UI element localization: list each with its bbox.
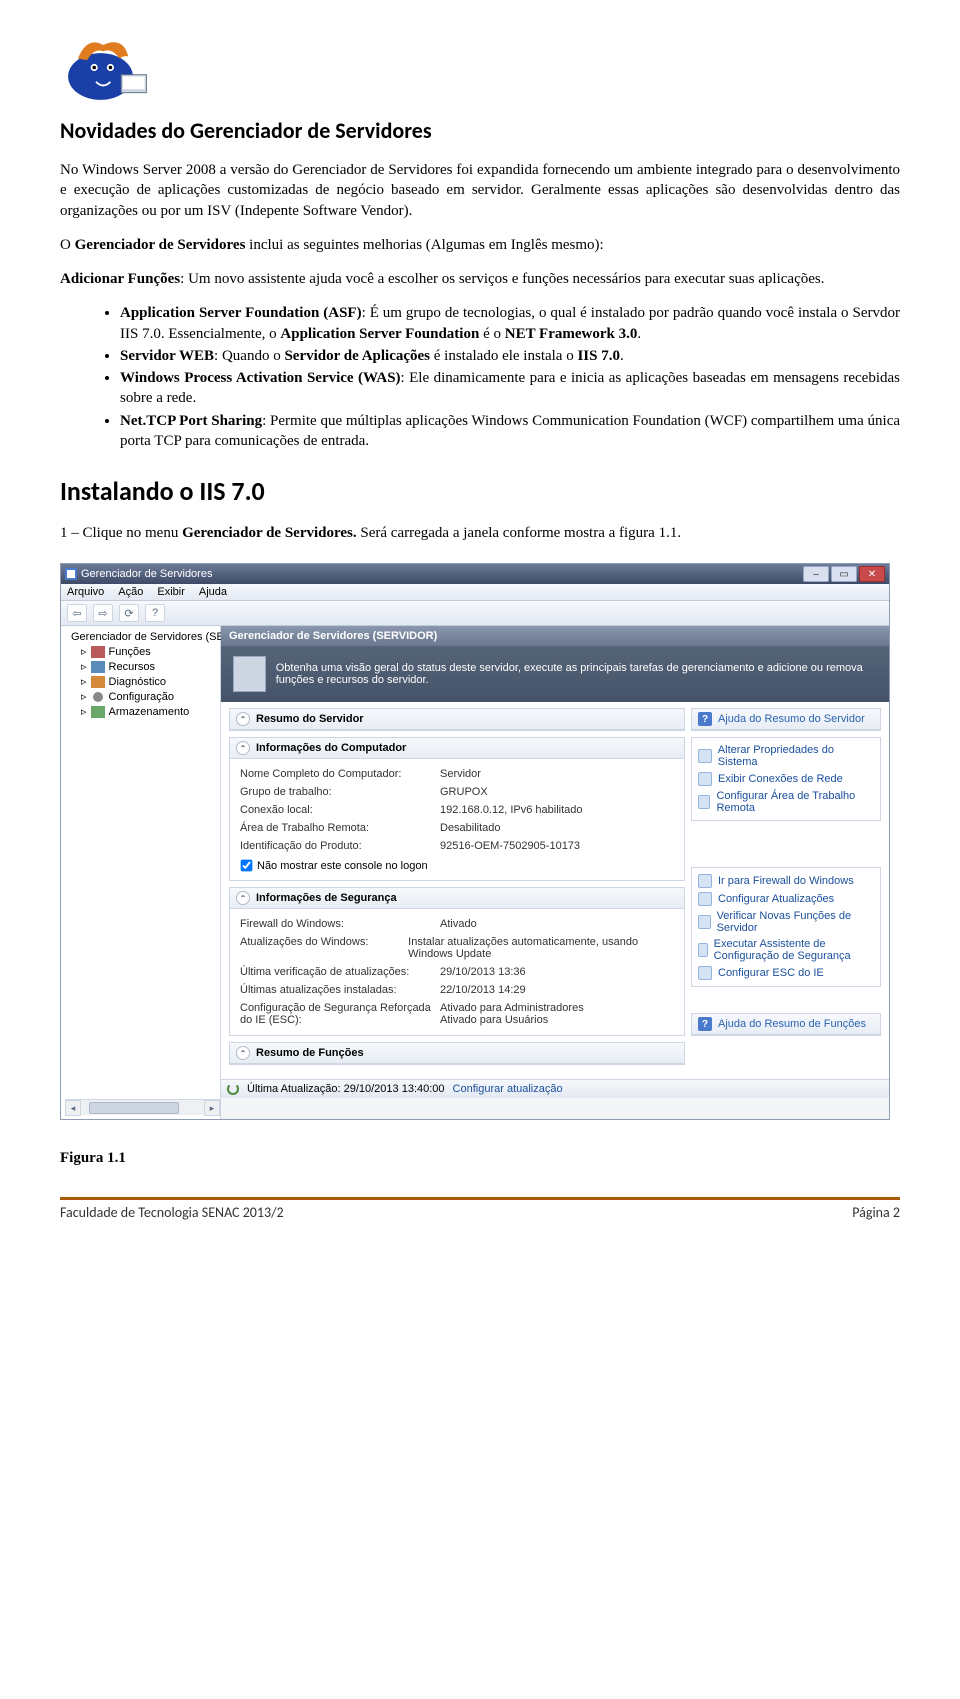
scroll-right-button[interactable]: ▸ <box>204 1100 220 1116</box>
checkbox-input[interactable] <box>241 860 253 872</box>
footer-right: Página 2 <box>852 1204 900 1221</box>
help-icon: ? <box>698 712 712 726</box>
tree-recursos[interactable]: ▹Recursos <box>79 659 220 674</box>
help-button[interactable]: ? <box>145 604 165 622</box>
roles-icon <box>91 646 105 658</box>
info-row: Identificação do Produto:92516-OEM-75029… <box>240 837 674 855</box>
remote-icon <box>698 795 710 809</box>
figure-label: Figura 1.1 <box>60 1150 900 1167</box>
menu-exibir[interactable]: Exibir <box>157 586 185 598</box>
security-wizard-icon <box>698 943 708 957</box>
info-row: Configuração de Segurança Reforçada do I… <box>240 999 674 1029</box>
tree-armazenamento[interactable]: ▹Armazenamento <box>79 704 220 719</box>
scrollbar-thumb[interactable] <box>89 1102 179 1114</box>
properties-icon <box>698 749 712 763</box>
scroll-left-button[interactable]: ◂ <box>65 1100 81 1116</box>
minimize-button[interactable]: – <box>803 566 829 582</box>
info-row: Conexão local:192.168.0.12, IPv6 habilit… <box>240 801 674 819</box>
link-verificar-funcoes[interactable]: Verificar Novas Funções de Servidor <box>698 908 874 936</box>
description-bar: Obtenha uma visão geral do status deste … <box>221 646 889 702</box>
bullet-asf: Application Server Foundation (ASF): É u… <box>120 303 900 344</box>
checkbox-no-show-console[interactable]: Não mostrar este console no logon <box>240 855 674 874</box>
link-configurar-esc[interactable]: Configurar ESC do IE <box>698 964 874 982</box>
tree-configuracao[interactable]: ▹Configuração <box>79 689 220 704</box>
breadcrumb: Gerenciador de Servidores (SERVIDOR) <box>221 626 889 646</box>
info-row: Grupo de trabalho:GRUPOX <box>240 783 674 801</box>
check-roles-icon <box>698 915 711 929</box>
panel-resumo-servidor[interactable]: ⌃ Resumo do Servidor <box>230 709 684 730</box>
menu-arquivo[interactable]: Arquivo <box>67 586 104 598</box>
panel-info-seguranca[interactable]: ⌃ Informações de Segurança <box>230 888 684 909</box>
help-resumo-funcoes[interactable]: ? Ajuda do Resumo de Funções <box>692 1014 880 1035</box>
paragraph-melhorias: O Gerenciador de Servidores inclui as se… <box>60 235 900 255</box>
diagnostics-icon <box>91 676 105 688</box>
close-button[interactable]: ✕ <box>859 566 885 582</box>
panel-info-computador[interactable]: ⌃ Informações do Computador <box>230 738 684 759</box>
menubar: Arquivo Ação Exibir Ajuda <box>61 584 889 601</box>
screenshot-server-manager: Gerenciador de Servidores – ▭ ✕ Arquivo … <box>60 563 890 1120</box>
footer-left: Faculdade de Tecnologia SENAC 2013/2 <box>60 1204 284 1221</box>
link-configurar-remota[interactable]: Configurar Área de Trabalho Remota <box>698 788 874 816</box>
link-assistente-seguranca[interactable]: Executar Assistente de Configuração de S… <box>698 936 874 964</box>
refresh-icon <box>227 1083 239 1095</box>
app-icon <box>65 568 77 580</box>
config-icon <box>91 691 105 703</box>
features-icon <box>91 661 105 673</box>
info-row: Firewall do Windows:Ativado <box>240 915 674 933</box>
menu-ajuda[interactable]: Ajuda <box>199 586 227 598</box>
nav-tree: Gerenciador de Servidores (SERV ▹Funções… <box>61 626 221 1119</box>
help-icon: ? <box>698 1017 712 1031</box>
back-button[interactable]: ⇦ <box>67 604 87 622</box>
heading-novidades: Novidades do Gerenciador de Servidores <box>60 117 900 144</box>
info-row: Nome Completo do Computador:Servidor <box>240 765 674 783</box>
tree-diagnostico[interactable]: ▹Diagnóstico <box>79 674 220 689</box>
logo-fox <box>60 30 150 105</box>
ie-esc-icon <box>698 966 712 980</box>
menu-acao[interactable]: Ação <box>118 586 143 598</box>
window-titlebar[interactable]: Gerenciador de Servidores – ▭ ✕ <box>61 564 889 584</box>
firewall-icon <box>698 874 712 888</box>
refresh-button[interactable]: ⟳ <box>119 604 139 622</box>
info-row: Últimas atualizações instaladas:22/10/20… <box>240 981 674 999</box>
tree-root[interactable]: Gerenciador de Servidores (SERV <box>65 630 220 644</box>
window-title: Gerenciador de Servidores <box>81 568 803 580</box>
info-row: Área de Trabalho Remota:Desabilitado <box>240 819 674 837</box>
heading-instalando: Instalando o IIS 7.0 <box>60 475 900 507</box>
network-icon <box>698 772 712 786</box>
chevron-up-icon: ⌃ <box>236 741 250 755</box>
help-resumo-servidor[interactable]: ? Ajuda do Resumo do Servidor <box>692 709 880 730</box>
bullet-web: Servidor WEB: Quando o Servidor de Aplic… <box>120 346 900 366</box>
link-alterar-propriedades[interactable]: Alterar Propriedades do Sistema <box>698 742 874 770</box>
server-large-icon <box>233 656 266 692</box>
link-configurar-atualizacoes[interactable]: Configurar Atualizações <box>698 890 874 908</box>
chevron-up-icon: ⌃ <box>236 1046 250 1060</box>
toolbar: ⇦ ⇨ ⟳ ? <box>61 601 889 626</box>
bullet-list: Application Server Foundation (ASF): É u… <box>120 303 900 451</box>
status-bar: Última Atualização: 29/10/2013 13:40:00 … <box>221 1079 889 1098</box>
paragraph-adicionar-funcoes: Adicionar Funções: Um novo assistente aj… <box>60 269 900 289</box>
storage-icon <box>91 706 105 718</box>
updates-icon <box>698 892 712 906</box>
link-exibir-conexoes[interactable]: Exibir Conexões de Rede <box>698 770 874 788</box>
info-row: Atualizações do Windows:Instalar atualiz… <box>240 933 674 963</box>
panel-resumo-funcoes[interactable]: ⌃ Resumo de Funções <box>230 1043 684 1064</box>
chevron-up-icon: ⌃ <box>236 712 250 726</box>
paragraph-intro: No Windows Server 2008 a versão do Geren… <box>60 160 900 221</box>
forward-button[interactable]: ⇨ <box>93 604 113 622</box>
step-1: 1 – Clique no menu Gerenciador de Servid… <box>60 523 900 543</box>
chevron-up-icon: ⌃ <box>236 891 250 905</box>
link-firewall[interactable]: Ir para Firewall do Windows <box>698 872 874 890</box>
link-configurar-atualizacao[interactable]: Configurar atualização <box>453 1083 563 1095</box>
bullet-tcp: Net.TCP Port Sharing: Permite que múltip… <box>120 411 900 452</box>
bullet-was: Windows Process Activation Service (WAS)… <box>120 368 900 409</box>
page-footer: Faculdade de Tecnologia SENAC 2013/2 Pág… <box>60 1197 900 1221</box>
info-row: Última verificação de atualizações:29/10… <box>240 963 674 981</box>
tree-funcoes[interactable]: ▹Funções <box>79 644 220 659</box>
maximize-button[interactable]: ▭ <box>831 566 857 582</box>
